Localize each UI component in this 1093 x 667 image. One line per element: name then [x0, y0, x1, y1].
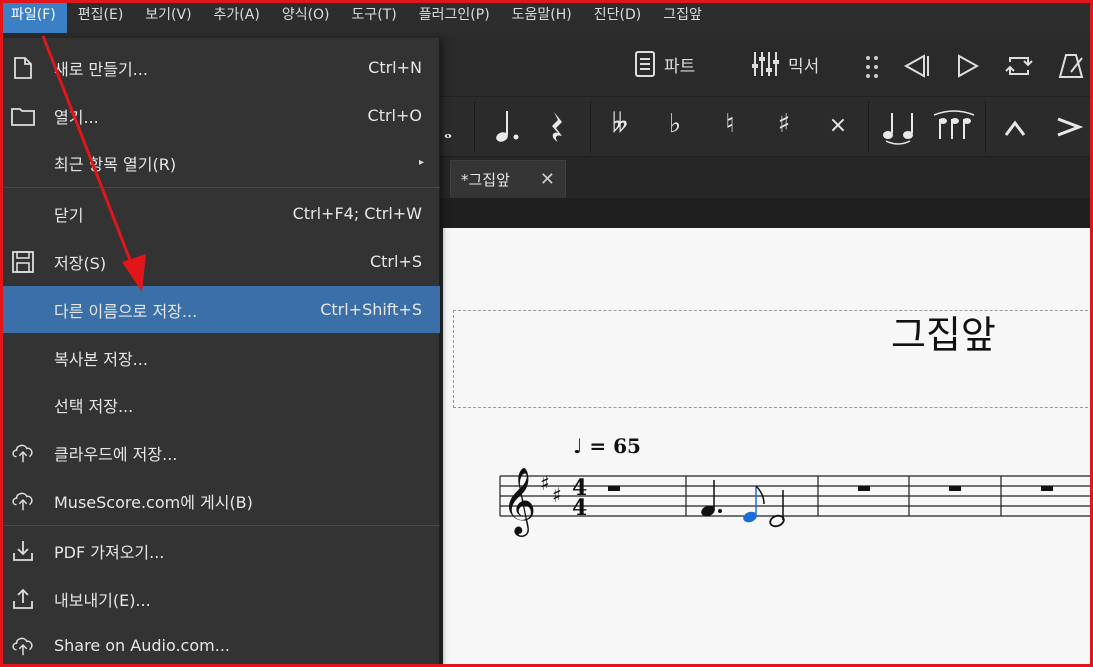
sharp-icon[interactable]: ♯ — [764, 109, 804, 139]
menu-item-close[interactable]: 닫기 Ctrl+F4; Ctrl+W — [2, 190, 440, 237]
import-icon — [11, 539, 35, 563]
slur-icon[interactable] — [930, 109, 978, 145]
metronome-icon[interactable] — [1056, 52, 1086, 80]
menu-bar: 파일(F) 편집(E) 보기(V) 추가(A) 양식(O) 도구(T) 플러그인… — [0, 0, 1093, 33]
menu-item-label: MuseScore.com에 게시(B) — [54, 492, 253, 512]
menu-item-open[interactable]: 열기... Ctrl+O — [2, 92, 440, 139]
menu-plugins[interactable]: 플러그인(P) — [408, 0, 501, 33]
menu-item-publish[interactable]: MuseScore.com에 게시(B) — [2, 477, 440, 524]
rest[interactable] — [1041, 486, 1053, 491]
mixer-icon — [752, 52, 779, 76]
time-signature-bottom: 4 — [572, 495, 587, 521]
double-flat-icon[interactable]: 𝄫 — [600, 109, 640, 140]
tie-icon[interactable] — [880, 109, 920, 145]
menu-item-label: 최근 항목 열기(R) — [54, 154, 177, 174]
accent-icon[interactable] — [1055, 115, 1083, 139]
menu-item-label: 내보내기(E)... — [54, 590, 151, 610]
menu-item-shortcut: Ctrl+Shift+S — [320, 300, 422, 319]
menu-item-label: 다른 이름으로 저장... — [54, 301, 198, 321]
menu-item-label: 선택 저장... — [54, 396, 134, 416]
menu-item-new[interactable]: 새로 만들기... Ctrl+N — [2, 44, 440, 91]
tab-label: *그집앞 — [461, 171, 510, 189]
menu-view[interactable]: 보기(V) — [134, 0, 202, 33]
menu-divider — [2, 187, 440, 188]
menu-item-label: 새로 만들기... — [54, 59, 148, 79]
new-file-icon — [11, 56, 35, 80]
menu-item-label: Share on Audio.com... — [54, 636, 230, 655]
menu-item-save-as[interactable]: 다른 이름으로 저장... Ctrl+Shift+S — [2, 286, 440, 333]
window-title: 그집앞 — [663, 7, 702, 23]
menu-item-shortcut: Ctrl+N — [368, 58, 422, 77]
menu-item-share-audio[interactable]: Share on Audio.com... — [2, 622, 440, 667]
rewind-icon[interactable] — [902, 52, 932, 80]
menu-item-label: 닫기 — [54, 205, 84, 225]
menu-item-save-copy[interactable]: 복사본 저장... — [2, 334, 440, 381]
menu-file[interactable]: 파일(F) — [0, 0, 67, 33]
menu-add[interactable]: 추가(A) — [203, 0, 271, 33]
menu-item-import-pdf[interactable]: PDF 가져오기... — [2, 527, 440, 574]
toolbar-separator — [868, 101, 869, 153]
submenu-arrow-icon: ▸ — [418, 157, 424, 168]
menu-item-label: 저장(S) — [54, 253, 107, 273]
menu-diagnostic[interactable]: 진단(D) — [583, 0, 652, 33]
mixer-label: 믹서 — [788, 56, 820, 77]
tab-score[interactable]: *그집앞 ✕ — [450, 160, 566, 198]
parts-icon — [635, 51, 655, 77]
cloud-upload-icon — [11, 441, 35, 465]
save-icon — [11, 250, 35, 274]
play-icon[interactable] — [955, 52, 981, 80]
double-sharp-icon[interactable]: × — [818, 113, 858, 138]
treble-clef-icon: 𝄞 — [502, 466, 536, 537]
title-frame[interactable] — [453, 310, 1093, 408]
menu-item-shortcut: Ctrl+F4; Ctrl+W — [292, 204, 422, 223]
marcato-icon[interactable] — [1002, 119, 1028, 139]
loop-icon[interactable] — [1004, 52, 1034, 80]
dotted-quarter-icon[interactable] — [494, 109, 524, 145]
drag-handle-icon[interactable] — [864, 54, 880, 80]
menu-item-save[interactable]: 저장(S) Ctrl+S — [2, 238, 440, 285]
rest[interactable] — [858, 486, 870, 491]
quarter-rest-icon[interactable] — [548, 109, 568, 145]
natural-icon[interactable]: ♮ — [710, 109, 750, 139]
staff[interactable]: 𝄞 ♯ ♯ 4 4 — [498, 448, 1093, 548]
mixer-button[interactable]: 믹서 — [750, 50, 819, 78]
menu-item-open-recent[interactable]: 최근 항목 열기(R) ▸ — [2, 139, 440, 186]
menu-item-shortcut: Ctrl+S — [369, 252, 422, 271]
menu-tools[interactable]: 도구(T) — [341, 0, 408, 33]
menu-item-save-selection[interactable]: 선택 저장... — [2, 381, 440, 428]
close-icon[interactable]: ✕ — [540, 169, 555, 190]
folder-icon — [11, 104, 35, 128]
flat-icon[interactable]: ♭ — [655, 109, 695, 139]
toolbar-separator — [985, 101, 986, 153]
rest[interactable] — [949, 486, 961, 491]
menu-help[interactable]: 도움말(H) — [501, 0, 583, 33]
menu-item-label: 클라우드에 저장... — [54, 444, 178, 464]
parts-button[interactable]: 파트 — [634, 50, 695, 78]
export-icon — [11, 587, 35, 611]
file-menu: 새로 만들기... Ctrl+N 열기... Ctrl+O 최근 항목 열기(R… — [2, 38, 440, 667]
parts-label: 파트 — [664, 56, 696, 77]
menu-item-export[interactable]: 내보내기(E)... — [2, 575, 440, 622]
menu-item-label: 열기... — [54, 107, 99, 127]
menu-item-label: 복사본 저장... — [54, 349, 148, 369]
menu-format[interactable]: 양식(O) — [271, 0, 341, 33]
menu-divider — [2, 525, 440, 526]
toolbar-separator — [474, 101, 475, 153]
menu-item-save-cloud[interactable]: 클라우드에 저장... — [2, 429, 440, 476]
menu-edit[interactable]: 편집(E) — [67, 0, 135, 33]
score-page[interactable]: 그집앞 ♩ = 65 𝄞 ♯ ♯ 4 4 — [443, 228, 1093, 667]
cloud-share-icon — [11, 634, 35, 658]
menu-item-shortcut: Ctrl+O — [367, 106, 422, 125]
toolbar-separator — [590, 101, 591, 153]
key-signature-sharps: ♯ — [540, 471, 550, 495]
rest[interactable] — [608, 486, 620, 491]
menu-item-label: PDF 가져오기... — [54, 542, 165, 562]
cloud-upload-icon — [11, 489, 35, 513]
score-title[interactable]: 그집앞 — [891, 304, 996, 359]
key-signature-sharps: ♯ — [552, 483, 562, 507]
